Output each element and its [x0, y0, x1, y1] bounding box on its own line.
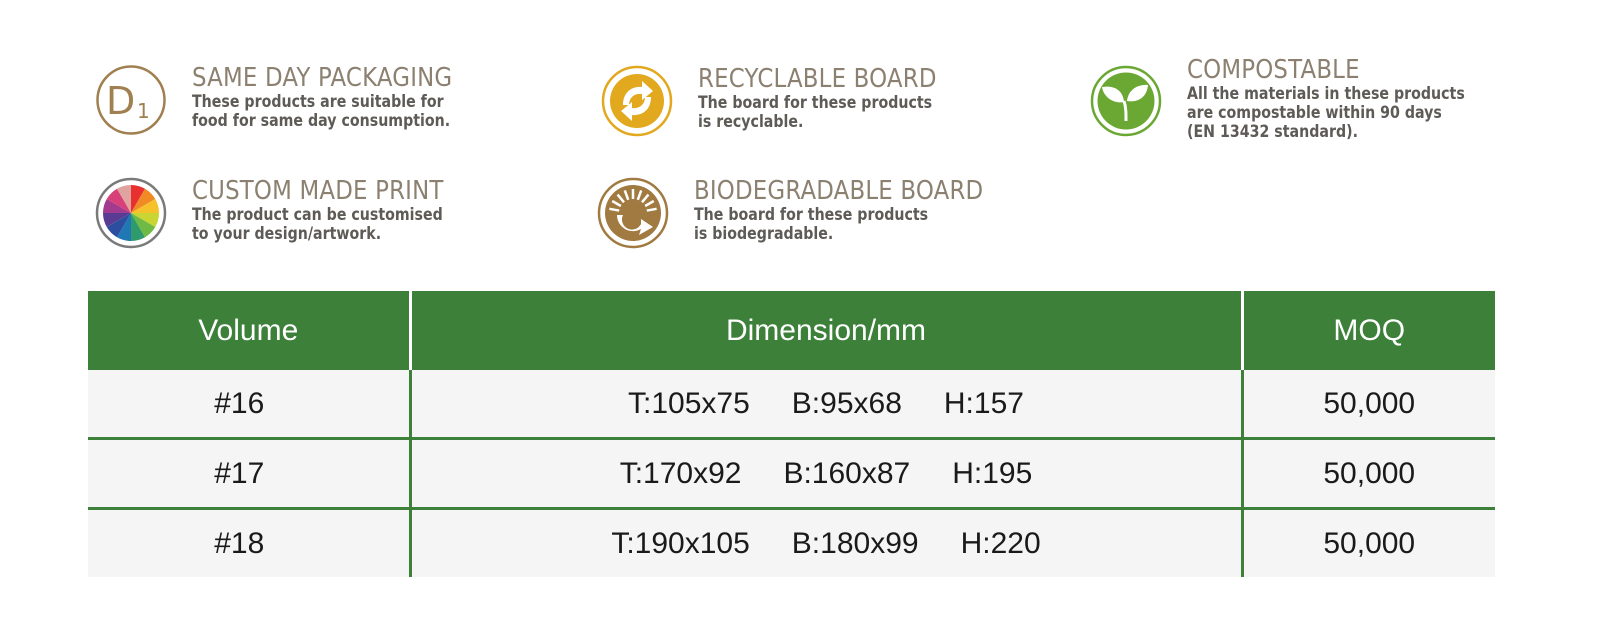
dimension-cell: T:105x75 B:95x68 H:157 — [408, 370, 1242, 439]
spec-table: Volume Dimension/mm MOQ #16 T:105x75 B:95… — [88, 291, 1495, 577]
feature-title: BIODEGRADABLE BOARD — [694, 176, 984, 206]
dimension-bottom: B:95x68 — [791, 386, 902, 420]
feature-description: These products are suitable for food for… — [192, 92, 451, 130]
header-volume: Volume — [88, 291, 410, 370]
header-dimension: Dimension/mm — [408, 291, 1242, 370]
feature-custom-made-print: CUSTOM MADE PRINT The product can be cus… — [95, 177, 484, 249]
table-row: #16 T:105x75 B:95x68 H:157 50,000 — [88, 370, 1495, 439]
feature-same-day-packaging: D 1 SAME DAY PACKAGING These products ar… — [95, 64, 492, 136]
dimension-cell: T:190x105 B:180x99 H:220 — [408, 507, 1242, 577]
color-wheel-icon — [95, 177, 167, 249]
table-row: #18 T:190x105 B:180x99 H:220 50,000 — [88, 507, 1495, 577]
dimension-bottom: B:180x99 — [791, 526, 919, 560]
feature-description: The product can be customised to your de… — [192, 205, 443, 243]
dimension-top: T:170x92 — [619, 456, 742, 490]
moq-cell: 50,000 — [1240, 370, 1495, 439]
feature-title: COMPOSTABLE — [1187, 55, 1360, 85]
dimension-height: H:195 — [952, 456, 1033, 490]
feature-title: RECYCLABLE BOARD — [698, 64, 937, 94]
moq-cell: 50,000 — [1240, 437, 1495, 509]
table-header-row: Volume Dimension/mm MOQ — [88, 291, 1495, 370]
dimension-height: H:157 — [943, 386, 1024, 420]
dimension-top: T:190x105 — [611, 526, 750, 560]
feature-description: The board for these products is biodegra… — [694, 205, 929, 243]
biodegradable-icon — [597, 177, 669, 249]
d1-icon: D 1 — [95, 64, 167, 136]
moq-cell: 50,000 — [1240, 507, 1495, 577]
feature-title: SAME DAY PACKAGING — [192, 63, 453, 93]
header-moq: MOQ — [1240, 291, 1495, 370]
feature-biodegradable-board: BIODEGRADABLE BOARD The board for these … — [597, 177, 1023, 249]
table-row: #17 T:170x92 B:160x87 H:195 50,000 — [88, 437, 1495, 509]
dimension-height: H:220 — [960, 526, 1041, 560]
feature-title: CUSTOM MADE PRINT — [192, 176, 444, 206]
feature-description: All the materials in these products are … — [1187, 84, 1465, 141]
dimension-cell: T:170x92 B:160x87 H:195 — [408, 437, 1242, 509]
feature-description: The board for these products is recyclab… — [698, 93, 933, 131]
volume-cell: #18 — [88, 507, 410, 577]
feature-compostable: COMPOSTABLE All the materials in these p… — [1090, 56, 1510, 141]
dimension-top: T:105x75 — [628, 386, 750, 420]
feature-recyclable-board: RECYCLABLE BOARD The board for these pro… — [601, 65, 970, 137]
dimension-bottom: B:160x87 — [783, 456, 911, 490]
volume-cell: #16 — [88, 370, 410, 439]
leaf-icon — [1090, 65, 1162, 137]
svg-text:1: 1 — [137, 99, 150, 123]
svg-text:D: D — [106, 79, 135, 123]
recycle-icon — [601, 65, 673, 137]
volume-cell: #17 — [88, 437, 410, 509]
